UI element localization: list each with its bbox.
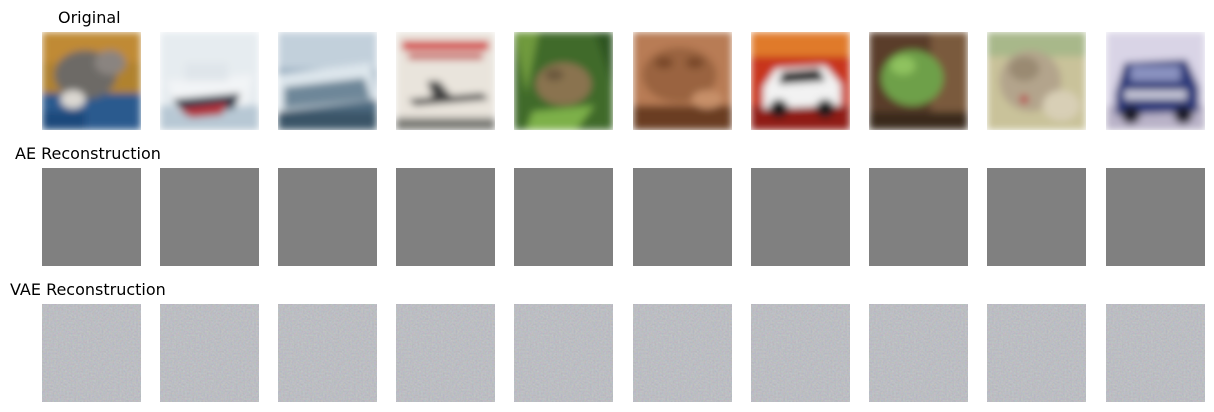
original-image-cat [42, 32, 141, 130]
ae-reconstruction-image [42, 168, 141, 266]
original-image-automobile [751, 32, 850, 130]
original-image-frog [869, 32, 968, 130]
original-image-ship [160, 32, 259, 130]
ae-reconstruction-image [751, 168, 850, 266]
vae-reconstruction-image [633, 304, 732, 402]
ae-reconstruction-image [278, 168, 377, 266]
vae-reconstruction-image [869, 304, 968, 402]
ae-reconstruction-image [1106, 168, 1205, 266]
original-image-frog [514, 32, 613, 130]
original-image-ship [278, 32, 377, 130]
ae-reconstruction-image [987, 168, 1086, 266]
vae-reconstruction-image [751, 304, 850, 402]
row-title-ae-reconstruction: AE Reconstruction [15, 144, 161, 163]
vae-reconstruction-image [514, 304, 613, 402]
vae-reconstruction-image [396, 304, 495, 402]
original-image-frog [633, 32, 732, 130]
ae-reconstruction-image [633, 168, 732, 266]
ae-reconstruction-image [869, 168, 968, 266]
vae-reconstruction-image [987, 304, 1086, 402]
vae-reconstruction-image [42, 304, 141, 402]
row-title-original: Original [58, 8, 121, 27]
vae-reconstruction-image [1106, 304, 1205, 402]
original-image-airplane [396, 32, 495, 130]
original-image-cat [987, 32, 1086, 130]
ae-reconstruction-image [514, 168, 613, 266]
row-title-vae-reconstruction: VAE Reconstruction [10, 280, 166, 299]
vae-reconstruction-image [278, 304, 377, 402]
vae-reconstruction-image [160, 304, 259, 402]
ae-reconstruction-image [396, 168, 495, 266]
ae-reconstruction-image [160, 168, 259, 266]
original-image-automobile [1106, 32, 1205, 130]
